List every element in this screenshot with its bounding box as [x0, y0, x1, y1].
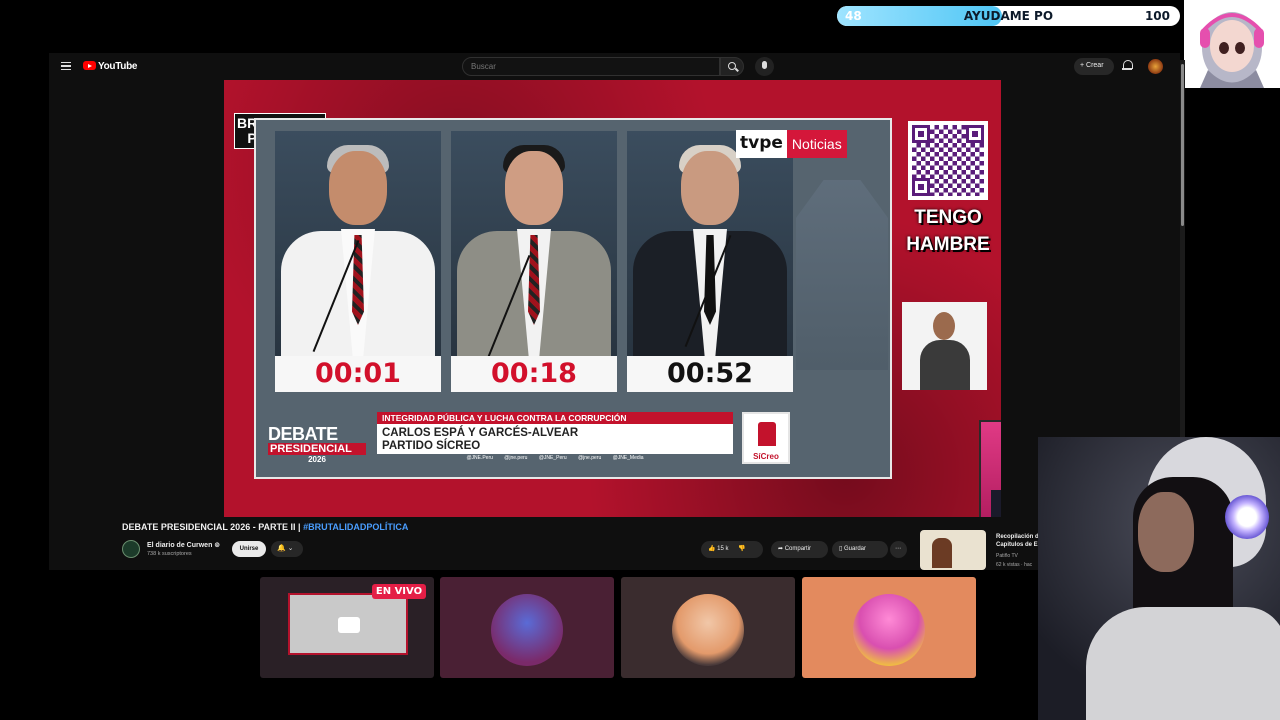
donation-qr-code: [908, 121, 988, 200]
save-button[interactable]: ▯ Guardar: [832, 541, 888, 558]
video-title: DEBATE PRESIDENCIAL 2026 - PARTE II | #B…: [122, 522, 409, 532]
related-video-channel: Patiño TV: [996, 553, 1018, 559]
create-button[interactable]: + Crear: [1074, 58, 1114, 75]
headset-light-icon: [1225, 495, 1269, 539]
debate-topic: INTEGRIDAD PÚBLICA Y LUCHA CONTRA LA COR…: [377, 412, 733, 424]
account-avatar[interactable]: [1148, 59, 1163, 74]
like-count: 15 k: [717, 546, 729, 552]
party-logo: SíCreo: [742, 412, 790, 464]
subscriber-count: 738 k suscriptores: [147, 551, 192, 557]
speaker-name: CARLOS ESPÁ Y GARCÉS-ALVEAR: [382, 427, 579, 439]
sign-language-interpreter: [902, 302, 987, 390]
dislike-icon[interactable]: 👎: [738, 546, 745, 552]
more-actions-icon[interactable]: ⋯: [890, 541, 907, 558]
channel-avatar[interactable]: [122, 540, 140, 558]
streamer-webcam: [1038, 437, 1280, 720]
tvpe-noticias-logo: tvpe Noticias: [736, 130, 847, 158]
channel-card-2[interactable]: [440, 577, 614, 678]
pig-avatar-icon: [672, 594, 744, 666]
timer-right: 00:52: [627, 356, 793, 392]
candidate-panel-left: [275, 131, 441, 356]
voice-search-icon[interactable]: [755, 57, 774, 76]
video-player[interactable]: BRUTALIDAD POLÍTICA: [224, 80, 1001, 517]
candidate-panel-center: [451, 131, 617, 356]
live-badge: EN VIVO: [372, 584, 426, 599]
youtube-brand[interactable]: YouTube: [98, 61, 138, 72]
robot-avatar-icon: [491, 594, 563, 666]
lower-third: DEBATE PRESIDENCIAL 2026 INTEGRIDAD PÚBL…: [256, 406, 890, 478]
debate-stage: 00:01 00:18 00:52 tvpe Noticias DEBATE P…: [254, 118, 892, 479]
social-handles: @JNE.Peru @jne.peru @JNE_Peru @jne.peru …: [466, 455, 644, 461]
channel-card-3[interactable]: [621, 577, 795, 678]
debate-logo: DEBATE PRESIDENCIAL 2026: [268, 425, 366, 464]
scrollbar-thumb[interactable]: [1181, 64, 1184, 226]
channel-name[interactable]: El diario de Curwen ⊚: [147, 541, 220, 549]
goal-end-value: 100: [1144, 9, 1170, 23]
youtube-header: YouTube Buscar + Crear: [49, 53, 1180, 80]
search-icon: [728, 62, 736, 70]
channel-card-4[interactable]: [802, 577, 976, 678]
search-input[interactable]: Buscar: [462, 57, 720, 76]
bookmark-icon: ▯: [839, 546, 843, 552]
timer-center: 00:18: [451, 356, 617, 392]
related-video-views: 62 k vistas · hac: [996, 562, 1033, 568]
subscription-bell-dropdown[interactable]: 🔔 ⌄: [271, 541, 303, 557]
hamburger-menu-icon[interactable]: [61, 62, 71, 70]
related-video-title[interactable]: Recopilación de Capitulos de E: [996, 533, 1044, 553]
share-button[interactable]: ➦ Compartir: [771, 541, 828, 558]
host-camera-overlay: [979, 420, 1001, 517]
youtube-window: YouTube Buscar + Crear BRUTALIDAD POLÍTI…: [49, 53, 1180, 570]
related-video-thumbnail[interactable]: [920, 530, 986, 570]
streamer-avatar: [1184, 0, 1280, 88]
title-hashtag-link[interactable]: #BRUTALIDADPOLÍTICA: [303, 522, 408, 532]
timer-left: 00:01: [275, 356, 441, 392]
speaker-name-plate: CARLOS ESPÁ Y GARCÉS-ALVEAR PARTIDO SÍCR…: [377, 424, 733, 454]
join-button[interactable]: Unirse: [232, 541, 266, 557]
speaker-party: PARTIDO SÍCREO: [382, 439, 481, 452]
youtube-logo-icon[interactable]: [83, 61, 96, 70]
notifications-bell-icon[interactable]: [1122, 60, 1133, 71]
like-icon[interactable]: 👍: [708, 546, 715, 552]
search-button[interactable]: [720, 57, 744, 76]
goal-title: AYUDAME PO: [963, 9, 1054, 23]
donation-goal-bar: 48 AYUDAME PO 100: [837, 6, 1180, 26]
qr-caption: TENGO HAMBRE: [906, 207, 990, 255]
candidate-panel-right: [627, 131, 793, 356]
palace-background: [796, 180, 888, 370]
share-icon: ➦: [778, 546, 784, 552]
like-dislike-button[interactable]: 👍 15 k 👎: [701, 541, 763, 558]
tv-icon: [338, 617, 360, 633]
clown-avatar-icon: [853, 594, 925, 666]
